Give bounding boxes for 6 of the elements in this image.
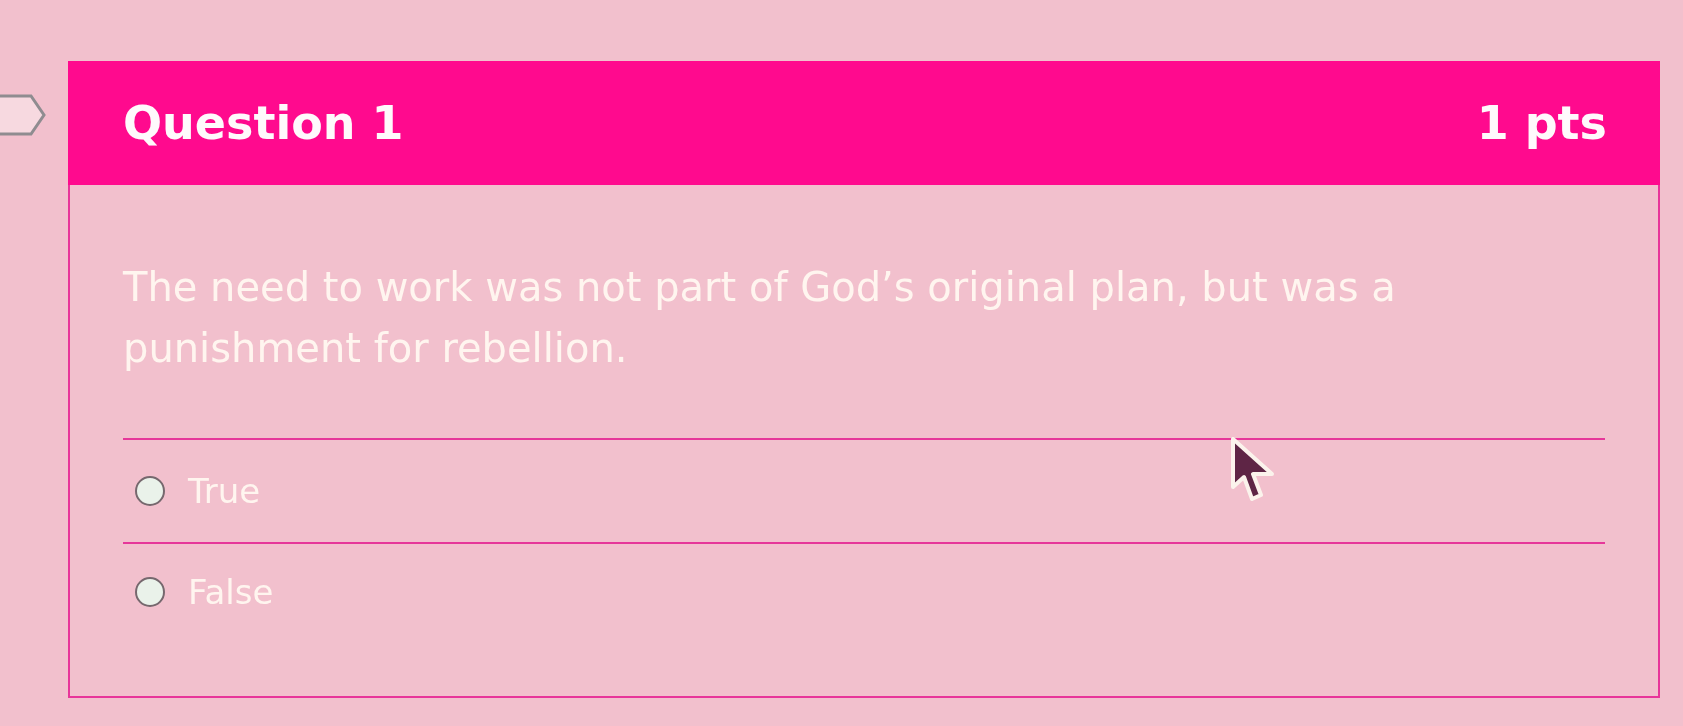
points-label: 1 pts: [1476, 97, 1607, 149]
radio-button[interactable]: [135, 476, 165, 506]
question-title: Question 1: [123, 97, 404, 149]
pointer-cursor-icon: [1230, 437, 1276, 503]
flag-tag-icon[interactable]: [0, 94, 46, 136]
radio-button[interactable]: [135, 577, 165, 607]
